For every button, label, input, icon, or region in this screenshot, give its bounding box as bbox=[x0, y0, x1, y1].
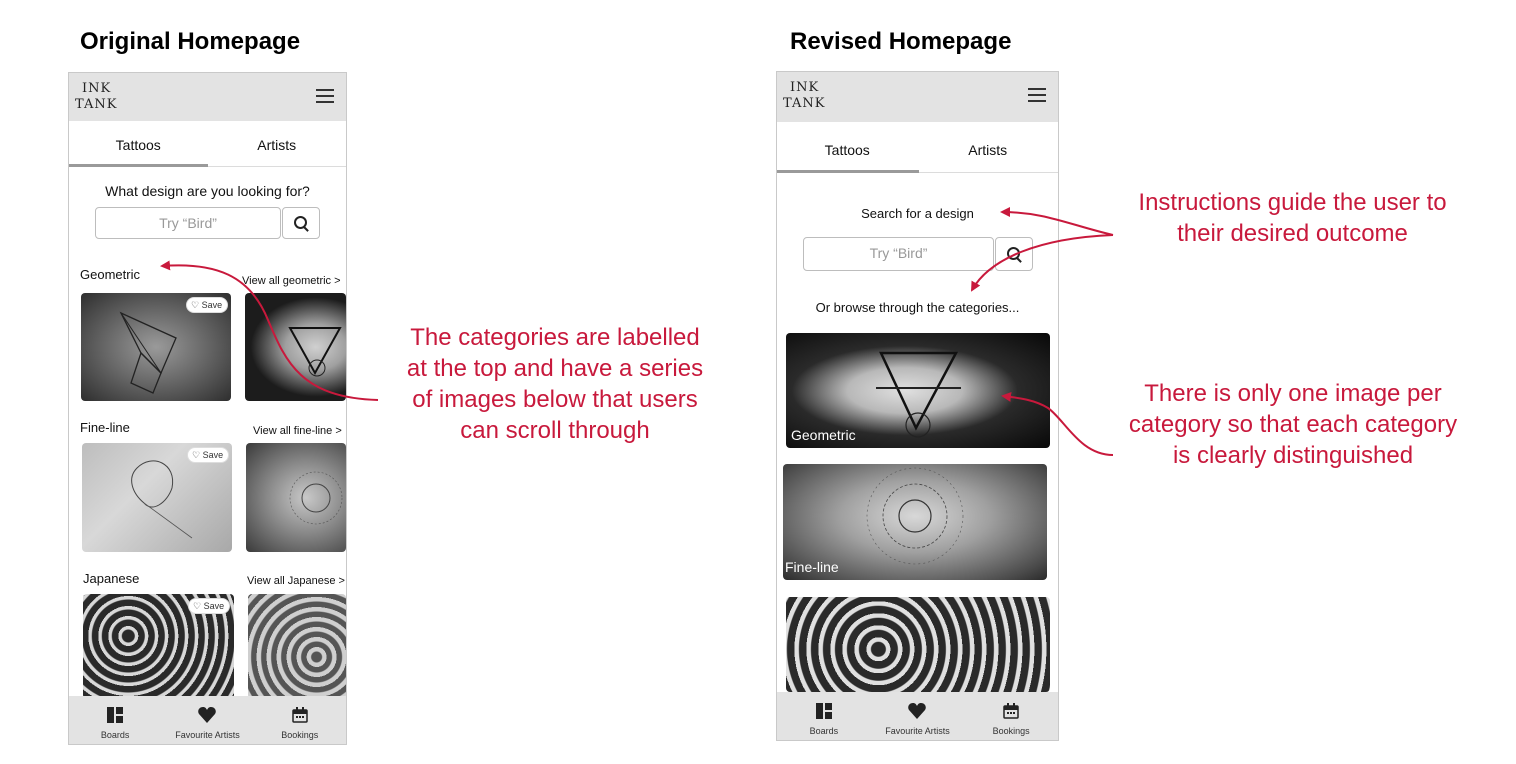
annotation-arrows bbox=[160, 207, 1114, 456]
arrow-to-geometric-label bbox=[160, 260, 379, 401]
arrow-to-geometric-card bbox=[1001, 391, 1114, 456]
arrow-to-browse-text bbox=[971, 234, 1114, 292]
arrow-to-search-prompt bbox=[1000, 207, 1114, 236]
